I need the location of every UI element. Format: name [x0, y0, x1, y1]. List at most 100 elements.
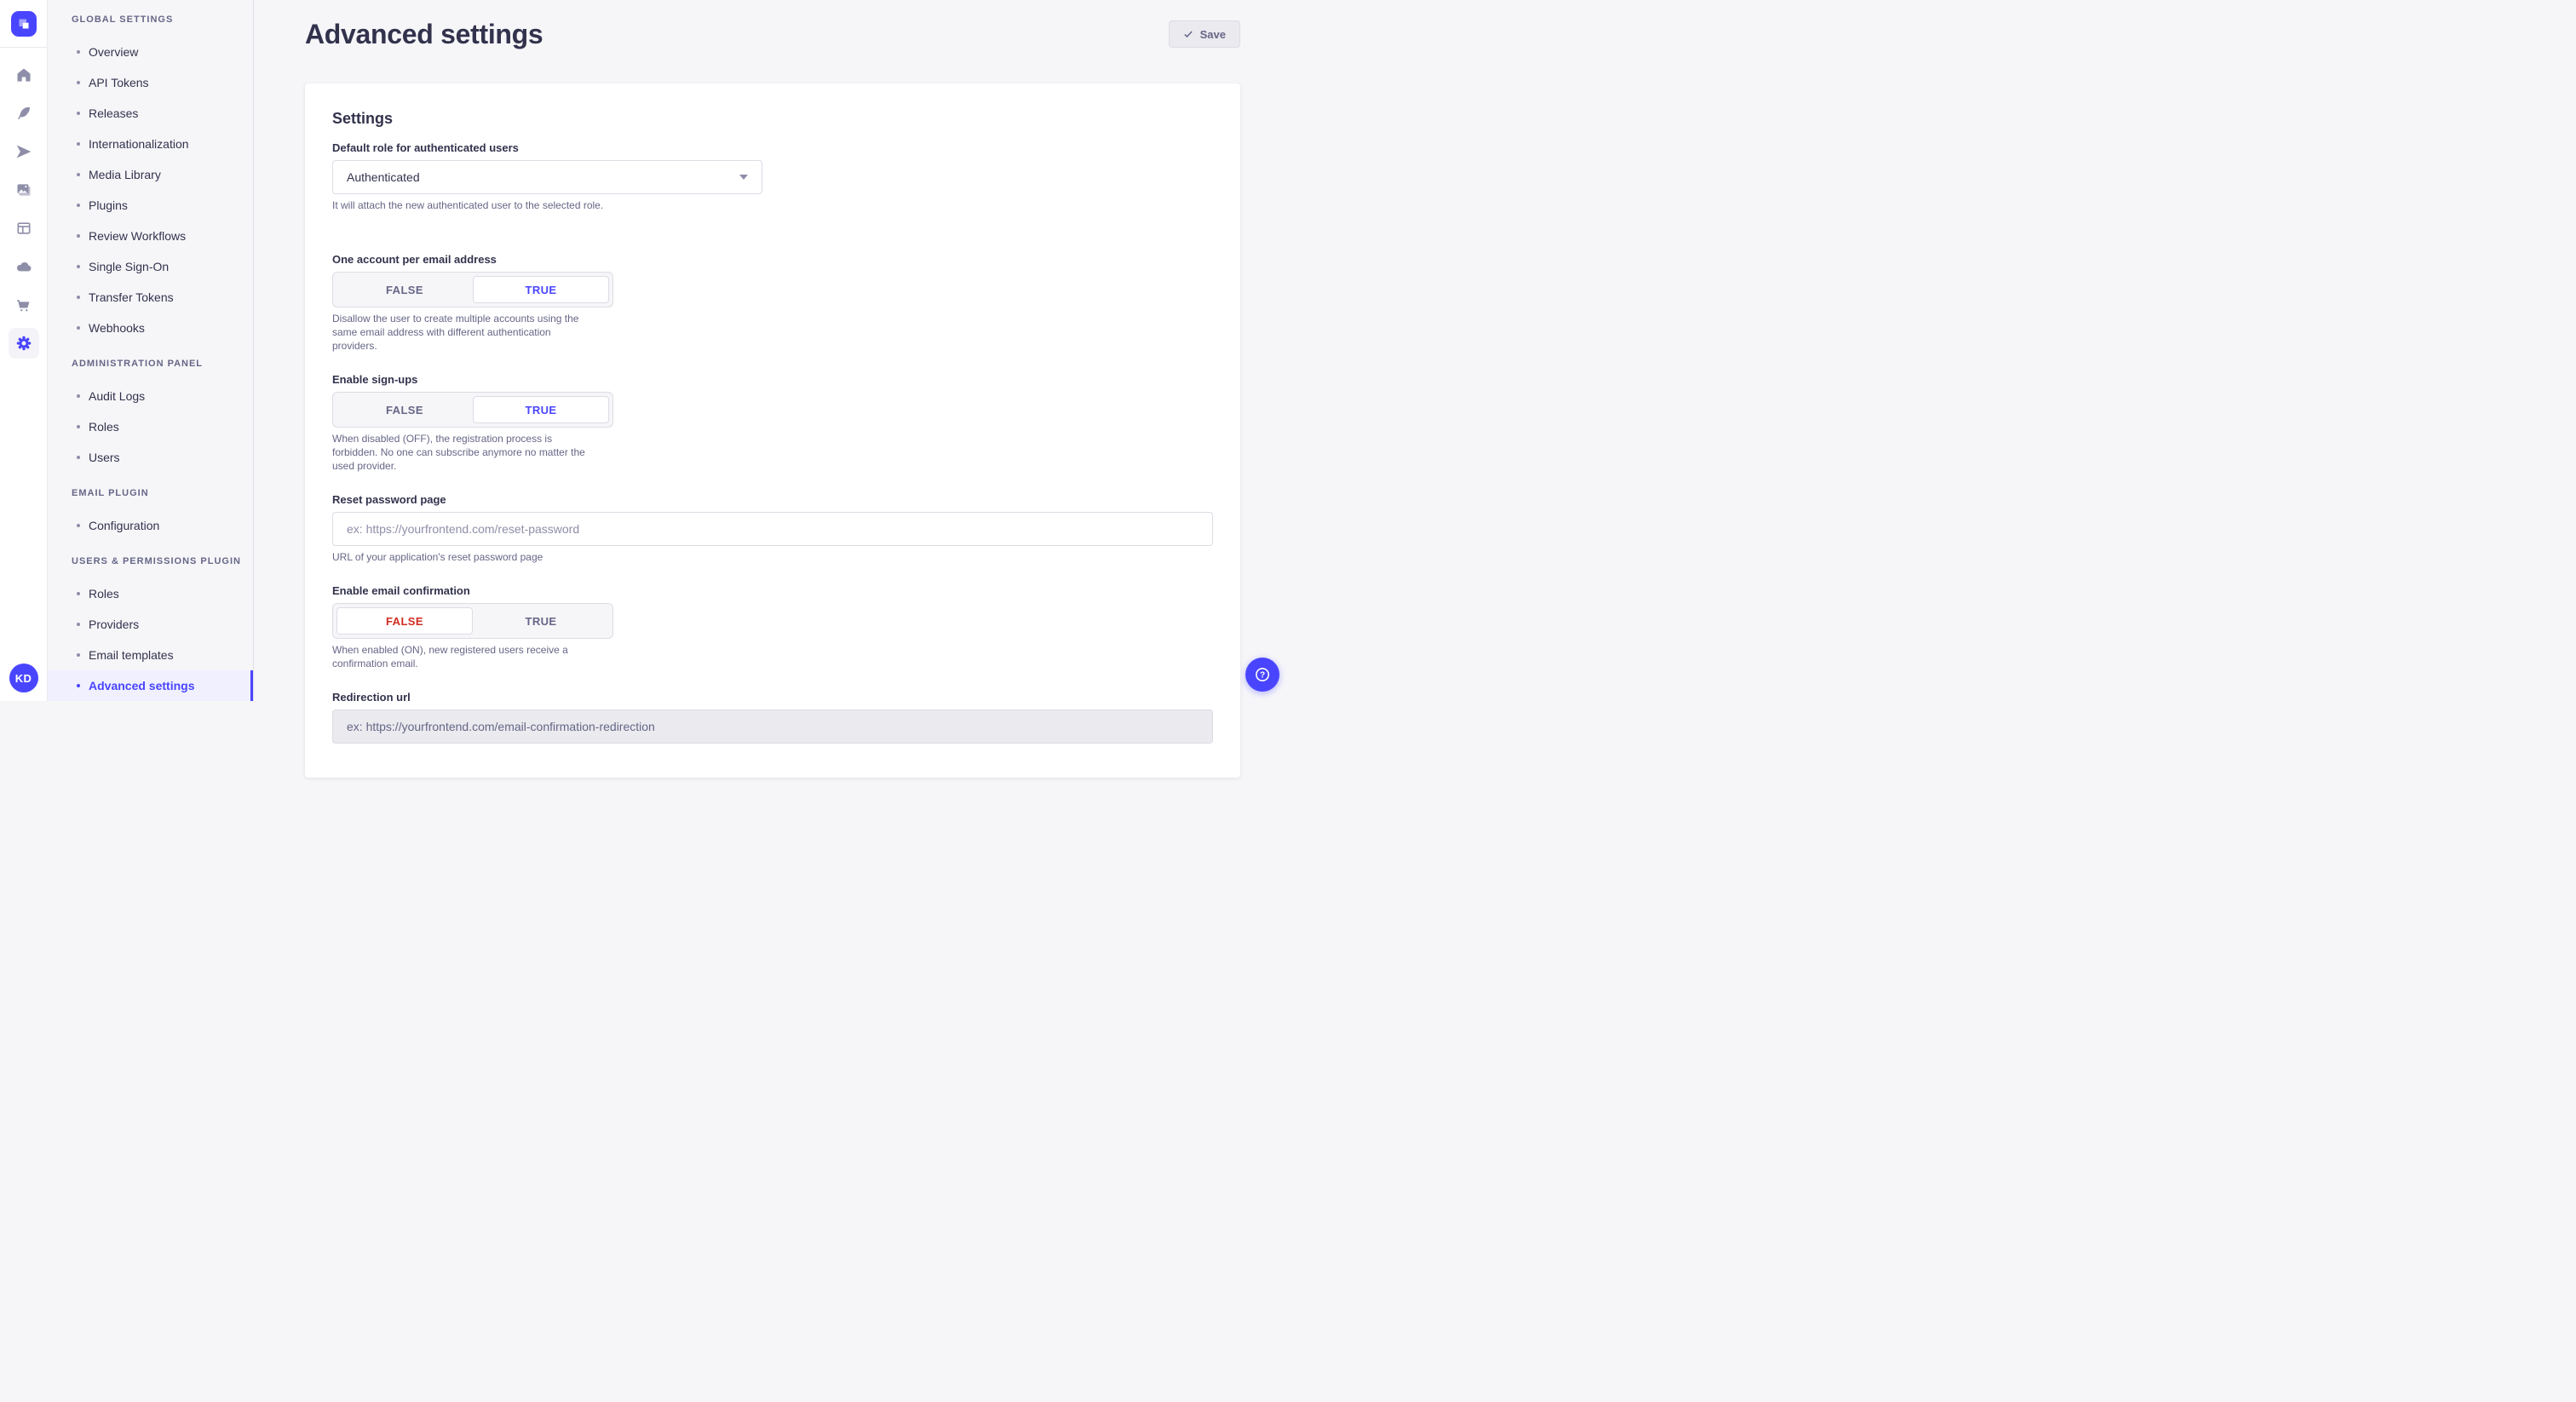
sidebar-item-internationalization[interactable]: Internationalization — [48, 129, 253, 159]
nav-cloud[interactable] — [9, 251, 39, 282]
sidebar-item-audit-logs[interactable]: Audit Logs — [48, 381, 253, 411]
nav-home[interactable] — [9, 60, 39, 90]
field-label: One account per email address — [332, 253, 762, 267]
nav-media-library[interactable] — [9, 175, 39, 205]
field-label: Enable email confirmation — [332, 584, 762, 598]
redirection-url-input — [332, 710, 1213, 744]
sidebar-item-admin-users[interactable]: Users — [48, 442, 253, 473]
field-label: Default role for authenticated users — [332, 141, 762, 155]
field-label: Enable sign-ups — [332, 373, 762, 387]
bullet-icon — [77, 234, 80, 238]
save-button-label: Save — [1200, 28, 1226, 41]
save-button[interactable]: Save — [1169, 20, 1240, 48]
bullet-icon — [77, 456, 80, 459]
sidebar-item-single-sign-on[interactable]: Single Sign-On — [48, 251, 253, 282]
nav-settings[interactable] — [9, 328, 39, 359]
sidebar-item-api-tokens[interactable]: API Tokens — [48, 67, 253, 98]
help-button[interactable]: ? — [1245, 658, 1279, 692]
field-default-role: Default role for authenticated users Aut… — [332, 141, 762, 212]
page-title: Advanced settings — [305, 19, 543, 49]
images-icon — [15, 181, 32, 198]
field-hint: It will attach the new authenticated use… — [332, 198, 762, 212]
sidebar-item-media-library[interactable]: Media Library — [48, 159, 253, 190]
cloud-icon — [15, 258, 32, 275]
bullet-icon — [77, 623, 80, 626]
sidebar-item-providers[interactable]: Providers — [48, 609, 253, 640]
settings-form: Default role for authenticated users Aut… — [332, 141, 1213, 744]
sidebar-item-label: Audit Logs — [89, 389, 145, 403]
nav-deploy[interactable] — [9, 136, 39, 167]
sidebar-item-overview[interactable]: Overview — [48, 37, 253, 67]
shopping-cart-icon — [15, 296, 32, 313]
sidebar-item-releases[interactable]: Releases — [48, 98, 253, 129]
field-reset-password-page: Reset password page URL of your applicat… — [332, 493, 1213, 564]
sidebar-item-advanced-settings[interactable]: Advanced settings — [48, 670, 253, 701]
section-title-administration-panel: ADMINISTRATION PANEL — [48, 355, 253, 372]
toggle-option-false[interactable]: FALSE — [336, 607, 473, 635]
layout-icon — [15, 220, 32, 237]
paper-plane-icon — [15, 143, 32, 160]
page-header: Advanced settings Save — [305, 0, 1240, 49]
sidebar-item-label: Internationalization — [89, 137, 189, 151]
strapi-logo-icon — [11, 11, 37, 37]
settings-card: Settings Default role for authenticated … — [305, 83, 1240, 778]
section-title-email-plugin: EMAIL PLUGIN — [48, 485, 253, 502]
bullet-icon — [77, 394, 80, 398]
sidebar-item-review-workflows[interactable]: Review Workflows — [48, 221, 253, 251]
reset-password-input[interactable] — [332, 512, 1213, 546]
strapi-logo[interactable] — [11, 11, 37, 37]
home-icon — [15, 66, 32, 83]
toggle-option-true[interactable]: TRUE — [473, 276, 609, 303]
toggle-option-true[interactable]: TRUE — [473, 396, 609, 423]
bullet-icon — [77, 50, 80, 54]
check-icon — [1183, 29, 1193, 39]
field-enable-email-confirmation: Enable email confirmation FALSE TRUE Whe… — [332, 584, 762, 670]
toggle-option-false[interactable]: FALSE — [336, 396, 473, 423]
sidebar-item-label: Overview — [89, 45, 138, 59]
sidebar-item-email-configuration[interactable]: Configuration — [48, 510, 253, 541]
select-value: Authenticated — [347, 170, 420, 184]
avatar[interactable]: KD — [9, 664, 38, 692]
bullet-icon — [77, 524, 80, 527]
sidebar-item-email-templates[interactable]: Email templates — [48, 640, 253, 670]
default-role-select[interactable]: Authenticated — [332, 160, 762, 194]
email-confirmation-toggle[interactable]: FALSE TRUE — [332, 603, 613, 639]
one-account-toggle[interactable]: FALSE TRUE — [332, 272, 613, 307]
bullet-icon — [77, 173, 80, 176]
toggle-option-false[interactable]: FALSE — [336, 276, 473, 303]
toggle-option-true[interactable]: TRUE — [473, 607, 609, 635]
sidebar-item-label: Media Library — [89, 168, 161, 181]
sidebar-item-admin-roles[interactable]: Roles — [48, 411, 253, 442]
icon-rail: KD — [0, 0, 48, 701]
field-label: Reset password page — [332, 493, 1213, 507]
nav-content-type-builder[interactable] — [9, 98, 39, 129]
bullet-icon — [77, 81, 80, 84]
sidebar-item-plugins[interactable]: Plugins — [48, 190, 253, 221]
bullet-icon — [77, 684, 80, 687]
sidebar-item-label: Transfer Tokens — [89, 290, 174, 304]
bullet-icon — [77, 112, 80, 115]
field-hint: When enabled (ON), new registered users … — [332, 643, 762, 670]
sidebar-item-label: API Tokens — [89, 76, 149, 89]
gear-icon — [15, 335, 32, 352]
sidebar-item-label: Single Sign-On — [89, 260, 169, 273]
field-hint: Disallow the user to create multiple acc… — [332, 312, 762, 353]
sidebar-item-label: Email templates — [89, 648, 174, 662]
feather-icon — [15, 105, 32, 122]
sidebar-item-label: Advanced settings — [89, 679, 194, 692]
sidebar-item-webhooks[interactable]: Webhooks — [48, 313, 253, 343]
sidebar-item-label: Roles — [89, 420, 119, 434]
sidebar-item-label: Review Workflows — [89, 229, 186, 243]
sidebar-item-label: Releases — [89, 106, 138, 120]
main-content: Advanced settings Save Settings Default … — [254, 0, 1288, 701]
nav-marketplace[interactable] — [9, 290, 39, 320]
bullet-icon — [77, 653, 80, 657]
sign-ups-toggle[interactable]: FALSE TRUE — [332, 392, 613, 428]
bullet-icon — [77, 142, 80, 146]
sidebar-item-transfer-tokens[interactable]: Transfer Tokens — [48, 282, 253, 313]
field-redirection-url: Redirection url — [332, 691, 1213, 744]
sidebar-item-up-roles[interactable]: Roles — [48, 578, 253, 609]
nav-content-manager[interactable] — [9, 213, 39, 244]
card-section-title: Settings — [332, 109, 1213, 128]
chevron-down-icon — [739, 175, 748, 180]
